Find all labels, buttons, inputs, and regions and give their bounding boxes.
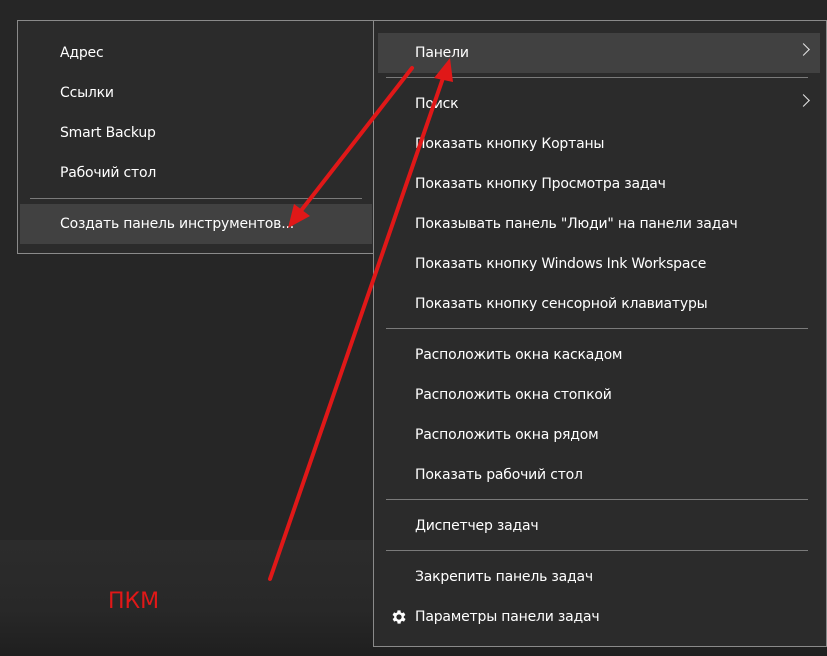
submenu-separator [30, 198, 362, 199]
toolbars-submenu: Адрес Ссылки Smart Backup Рабочий стол С… [17, 20, 375, 254]
chevron-right-icon [797, 94, 810, 107]
submenu-item-address[interactable]: Адрес [20, 33, 372, 73]
menu-item-search[interactable]: Поиск [378, 84, 820, 124]
menu-separator [386, 328, 808, 329]
menu-item-label: Показать кнопку Windows Ink Workspace [415, 256, 707, 272]
menu-item-label: Параметры панели задач [415, 609, 600, 625]
submenu-item-label: Адрес [60, 45, 104, 61]
menu-item-label: Расположить окна рядом [415, 427, 599, 443]
menu-item-lock-taskbar[interactable]: Закрепить панель задач [378, 557, 820, 597]
submenu-item-links[interactable]: Ссылки [20, 73, 372, 113]
submenu-item-desktop[interactable]: Рабочий стол [20, 153, 372, 193]
menu-item-label: Расположить окна стопкой [415, 387, 612, 403]
submenu-item-new-toolbar[interactable]: Создать панель инструментов... [20, 204, 372, 244]
submenu-item-smart-backup[interactable]: Smart Backup [20, 113, 372, 153]
menu-item-show-people[interactable]: Показывать панель "Люди" на панели задач [378, 204, 820, 244]
menu-separator [386, 499, 808, 500]
menu-item-cascade[interactable]: Расположить окна каскадом [378, 335, 820, 375]
menu-separator [386, 550, 808, 551]
taskbar-context-menu: Панели Поиск Показать кнопку Кортаны Пок… [373, 20, 827, 647]
submenu-item-label: Рабочий стол [60, 165, 157, 181]
menu-item-label: Показать кнопку Просмотра задач [415, 176, 666, 192]
menu-item-show-cortana[interactable]: Показать кнопку Кортаны [378, 124, 820, 164]
menu-item-side-by-side[interactable]: Расположить окна рядом [378, 415, 820, 455]
menu-item-label: Поиск [415, 96, 459, 112]
menu-separator [386, 77, 808, 78]
submenu-item-label: Создать панель инструментов... [60, 216, 294, 232]
gear-icon [392, 610, 406, 624]
menu-item-label: Диспетчер задач [415, 518, 539, 534]
submenu-item-label: Smart Backup [60, 125, 156, 141]
menu-item-show-touch-keyboard[interactable]: Показать кнопку сенсорной клавиатуры [378, 284, 820, 324]
menu-item-taskbar-settings[interactable]: Параметры панели задач [378, 597, 820, 637]
menu-item-label: Показывать панель "Люди" на панели задач [415, 216, 738, 232]
chevron-right-icon [797, 43, 810, 56]
menu-item-task-manager[interactable]: Диспетчер задач [378, 506, 820, 546]
menu-item-show-ink-workspace[interactable]: Показать кнопку Windows Ink Workspace [378, 244, 820, 284]
menu-item-label: Показать кнопку Кортаны [415, 136, 605, 152]
menu-item-label: Показать рабочий стол [415, 467, 583, 483]
menu-item-show-desktop[interactable]: Показать рабочий стол [378, 455, 820, 495]
menu-item-toolbars[interactable]: Панели [378, 33, 820, 73]
menu-item-label: Закрепить панель задач [415, 569, 593, 585]
right-click-annotation: ПКМ [108, 589, 160, 614]
menu-item-show-task-view[interactable]: Показать кнопку Просмотра задач [378, 164, 820, 204]
menu-item-label: Расположить окна каскадом [415, 347, 623, 363]
menu-item-label: Панели [415, 45, 469, 61]
submenu-item-label: Ссылки [60, 85, 114, 101]
menu-item-stacked[interactable]: Расположить окна стопкой [378, 375, 820, 415]
menu-item-label: Показать кнопку сенсорной клавиатуры [415, 296, 708, 312]
